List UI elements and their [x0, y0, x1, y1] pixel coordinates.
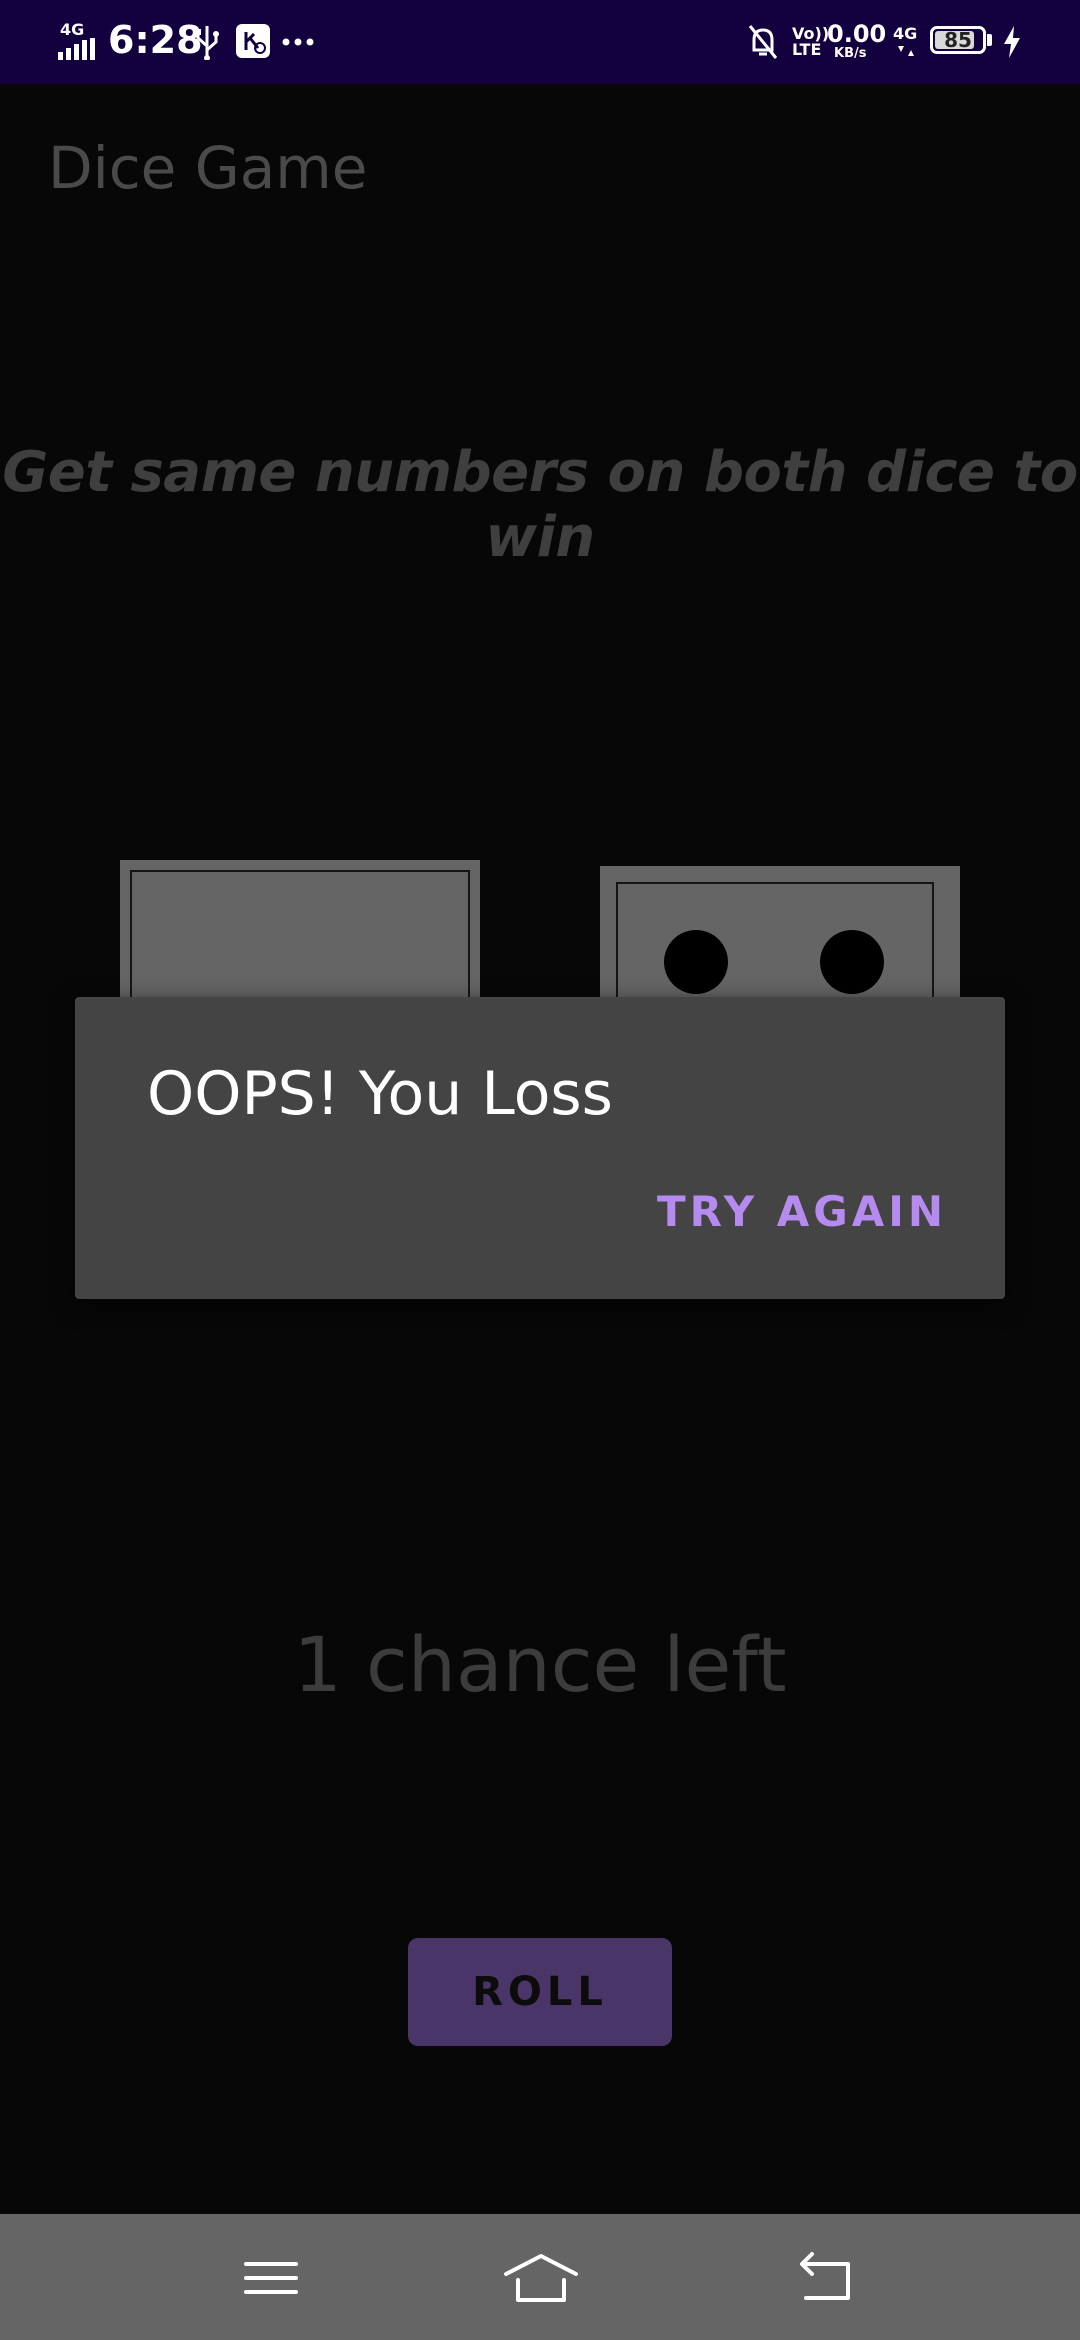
die-left-face — [130, 870, 470, 997]
speed-unit: KB/s — [834, 46, 867, 61]
more-icon — [282, 38, 314, 46]
roll-button[interactable]: ROLL — [408, 1938, 672, 2046]
data-arrows-icon — [898, 46, 914, 56]
die-right[interactable] — [600, 866, 960, 997]
try-again-button[interactable]: TRY AGAIN — [657, 1187, 947, 1236]
chances-left-text: 1 chance left — [293, 1620, 787, 1709]
die-right-face — [616, 882, 934, 997]
status-bar: 4G 6:28 Vo)) LTE 0.00 KB/s 4G 85 — [0, 0, 1080, 84]
back-button[interactable] — [780, 2234, 870, 2320]
screen: 4G 6:28 Vo)) LTE 0.00 KB/s 4G 85 Dice Ga… — [0, 0, 1080, 2340]
app-notification-icon — [236, 24, 270, 58]
mute-icon — [748, 25, 778, 59]
die-right-pip — [820, 930, 884, 994]
app-title: Dice Game — [48, 134, 368, 202]
usb-icon — [195, 26, 219, 60]
battery-icon: 85 — [930, 26, 986, 54]
die-right-pip — [664, 930, 728, 994]
back-icon — [800, 2252, 850, 2300]
menu-icon — [244, 2262, 298, 2294]
clock: 6:28 — [108, 18, 203, 62]
die-left[interactable] — [120, 860, 480, 997]
battery-nub — [987, 34, 992, 46]
instructions-text: Get same numbers on both dice to win — [2, 440, 1078, 570]
menu-button[interactable] — [226, 2234, 316, 2320]
lte-label: LTE — [792, 40, 822, 59]
signal-icon — [58, 38, 95, 60]
navigation-bar — [0, 2214, 1080, 2340]
battery-percentage: 85 — [944, 28, 972, 52]
home-icon — [504, 2254, 578, 2302]
dialog-title: OOPS! You Loss — [147, 1059, 613, 1129]
result-dialog: OOPS! You Loss TRY AGAIN — [75, 997, 1005, 1299]
network-type-right: 4G — [893, 24, 918, 43]
speed-value: 0.00 — [827, 20, 887, 48]
home-button[interactable] — [496, 2234, 586, 2320]
network-type-left: 4G — [60, 20, 85, 39]
charging-icon — [1004, 26, 1020, 58]
